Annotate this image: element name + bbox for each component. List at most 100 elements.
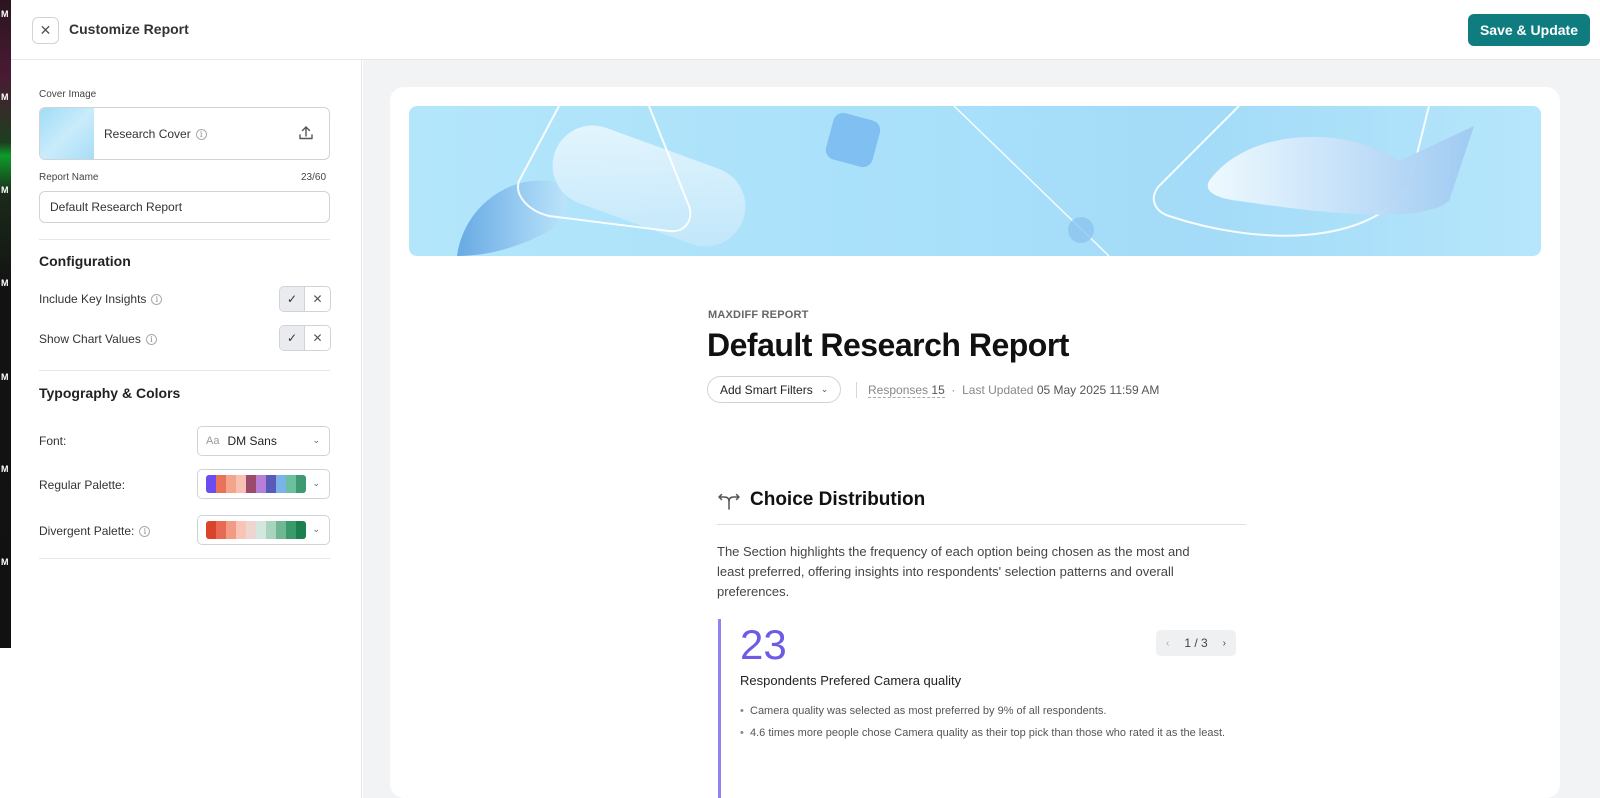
info-icon[interactable]: i [195,129,207,141]
palette-swatch [296,475,306,493]
responses-link[interactable]: Responses 15 [868,383,945,398]
add-smart-filters-button[interactable]: Add Smart Filters ⌄ [707,376,842,403]
palette-swatch [226,475,236,493]
divergent-palette-swatches [206,521,306,539]
report-card: MAXDIFF REPORT Default Research Report A… [390,87,1560,798]
palette-swatch [286,475,296,493]
report-name-label: Report Name [39,172,99,183]
check-icon[interactable]: ✓ [280,326,306,350]
pager-label: 1 / 3 [1184,636,1208,650]
responses-count: 15 [931,383,945,397]
font-label: Font: [39,434,67,448]
palette-swatch [276,521,286,539]
divergent-palette-select[interactable]: ⌄ [197,515,330,545]
updated-label: Last Updated [962,383,1034,397]
top-bar: ✕ Customize Report Save & Update [11,0,1600,60]
insight-caption: Respondents Prefered Camera quality [740,673,962,688]
cover-thumbnail [40,108,94,159]
background-window-strip: M M M M M M M [0,0,11,648]
font-select[interactable]: Aa DM Sans ⌄ [197,426,330,456]
palette-swatch [276,475,286,493]
divider [856,382,857,398]
responses-label: Responses [868,383,929,397]
divider [717,524,1246,525]
include-key-insights-toggle: ✓ ✕ [279,286,331,312]
check-icon[interactable]: ✓ [280,287,306,311]
section-title: Choice Distribution [750,489,926,510]
settings-sidebar: Cover Image Research Cover i Report Name … [11,60,362,798]
palette-swatch [266,475,276,493]
palette-swatch [236,475,246,493]
info-icon[interactable]: i [151,294,163,306]
page-title: Customize Report [69,21,189,37]
save-update-button[interactable]: Save & Update [1467,14,1590,46]
show-chart-values-label: Show Chart Values [39,332,141,346]
upload-icon[interactable] [297,124,315,142]
close-button[interactable]: ✕ [32,17,59,44]
regular-palette-swatches [206,475,306,493]
divider [39,558,330,559]
report-name-input[interactable]: Default Research Report [39,191,330,223]
palette-swatch [226,521,236,539]
updated-value: 05 May 2025 11:59 AM [1036,383,1160,397]
strip-letter: M [1,9,9,19]
include-key-insights-label: Include Key Insights [39,292,147,306]
report-name-counter: 23/60 [301,172,327,183]
report-meta: Responses 15 · Last Updated 05 May 2025 … [868,383,1160,398]
palette-swatch [256,521,266,539]
cover-banner-art [457,106,1474,256]
chevron-down-icon: ⌄ [312,435,320,445]
palette-swatch [206,521,216,539]
palette-swatch [246,521,256,539]
typography-title: Typography & Colors [39,385,181,401]
cover-banner [409,106,1541,256]
filters-label: Add Smart Filters [720,382,813,397]
report-preview-area: MAXDIFF REPORT Default Research Report A… [363,60,1600,798]
palette-swatch [246,475,256,493]
divider [39,239,330,240]
chevron-down-icon: ⌄ [312,478,320,488]
meta-separator: · [951,383,956,397]
palette-swatch [256,475,266,493]
show-chart-values-toggle: ✓ ✕ [279,325,331,351]
palette-swatch [236,521,246,539]
font-prefix: Aa [206,435,220,447]
insight-number: 23 [740,621,787,668]
list-item: 4.6 times more people chose Camera quali… [740,725,1250,741]
chevron-left-icon[interactable]: ‹ [1166,638,1169,649]
divergent-palette-label: Divergent Palette: [39,524,135,538]
palette-swatch [286,521,296,539]
report-title: Default Research Report [707,327,1069,363]
regular-palette-label: Regular Palette: [39,478,126,492]
font-value: DM Sans [227,434,277,448]
section-description: The Section highlights the frequency of … [717,544,1190,599]
chevron-right-icon[interactable]: › [1223,638,1226,649]
divider [39,370,330,371]
info-icon[interactable]: i [145,334,157,346]
chevron-down-icon: ⌄ [312,524,320,534]
strip-letter: M [1,557,9,567]
chevron-down-icon: ⌄ [820,384,829,394]
strip-letter: M [1,278,9,288]
cover-image-picker[interactable]: Research Cover i [39,107,330,160]
insight-accent-bar [718,619,721,798]
x-icon[interactable]: ✕ [305,287,330,311]
info-icon[interactable]: i [139,526,151,538]
configuration-title: Configuration [39,253,131,269]
palette-swatch [206,475,216,493]
regular-palette-select[interactable]: ⌄ [197,469,330,499]
palette-swatch [216,475,226,493]
strip-letter: M [1,92,9,102]
x-icon[interactable]: ✕ [305,326,330,350]
cover-image-label: Cover Image [39,89,97,100]
strip-letter: M [1,464,9,474]
insight-pager: ‹ 1 / 3 › [1156,630,1236,656]
insight-bullets: Camera quality was selected as most pref… [740,703,1250,747]
close-icon: ✕ [39,22,52,38]
list-item: Camera quality was selected as most pref… [740,703,1250,719]
palette-swatch [216,521,226,539]
report-kicker: MAXDIFF REPORT [708,309,809,321]
split-arrows-icon [718,493,740,510]
strip-letter: M [1,372,9,382]
cover-name: Research Cover [104,127,191,141]
